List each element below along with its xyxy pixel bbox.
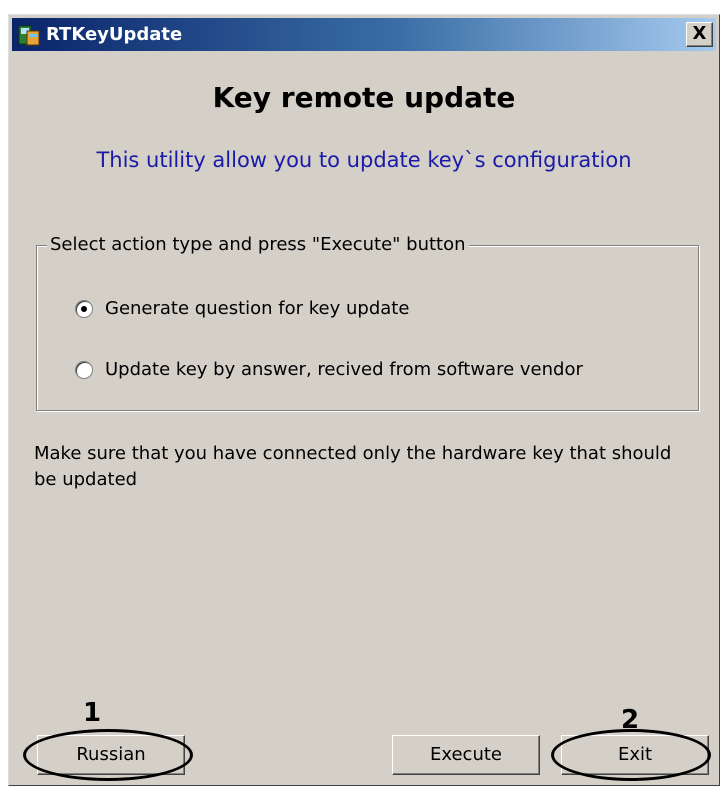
action-type-group: Select action type and press "Execute" b… [36, 234, 699, 411]
rtkeyupdate-window: RTKeyUpdate X Key remote update This uti… [8, 14, 720, 786]
option-generate-question-label: Generate question for key update [105, 298, 410, 319]
annotation-marker-2: 2 [621, 705, 640, 735]
option-update-by-answer[interactable]: Update key by answer, recived from softw… [75, 359, 583, 380]
title-bar[interactable]: RTKeyUpdate X [12, 18, 716, 51]
app-icon [18, 25, 40, 46]
execute-button[interactable]: Execute [392, 735, 540, 775]
page-subtitle: This utility allow you to update key`s c… [96, 148, 632, 172]
close-button[interactable]: X [686, 22, 713, 47]
exit-button[interactable]: Exit [561, 735, 709, 775]
page-heading: Key remote update [212, 81, 516, 114]
radio-button-checked[interactable] [75, 299, 93, 318]
window-title: RTKeyUpdate [46, 24, 183, 45]
option-update-by-answer-label: Update key by answer, recived from softw… [105, 359, 583, 380]
radio-button-unchecked[interactable] [75, 360, 93, 379]
russian-button[interactable]: Russian [37, 735, 185, 775]
annotation-marker-1: 1 [83, 698, 102, 728]
group-legend: Select action type and press "Execute" b… [47, 234, 469, 255]
hardware-key-note: Make sure that you have connected only t… [34, 443, 672, 490]
option-generate-question[interactable]: Generate question for key update [75, 298, 409, 319]
